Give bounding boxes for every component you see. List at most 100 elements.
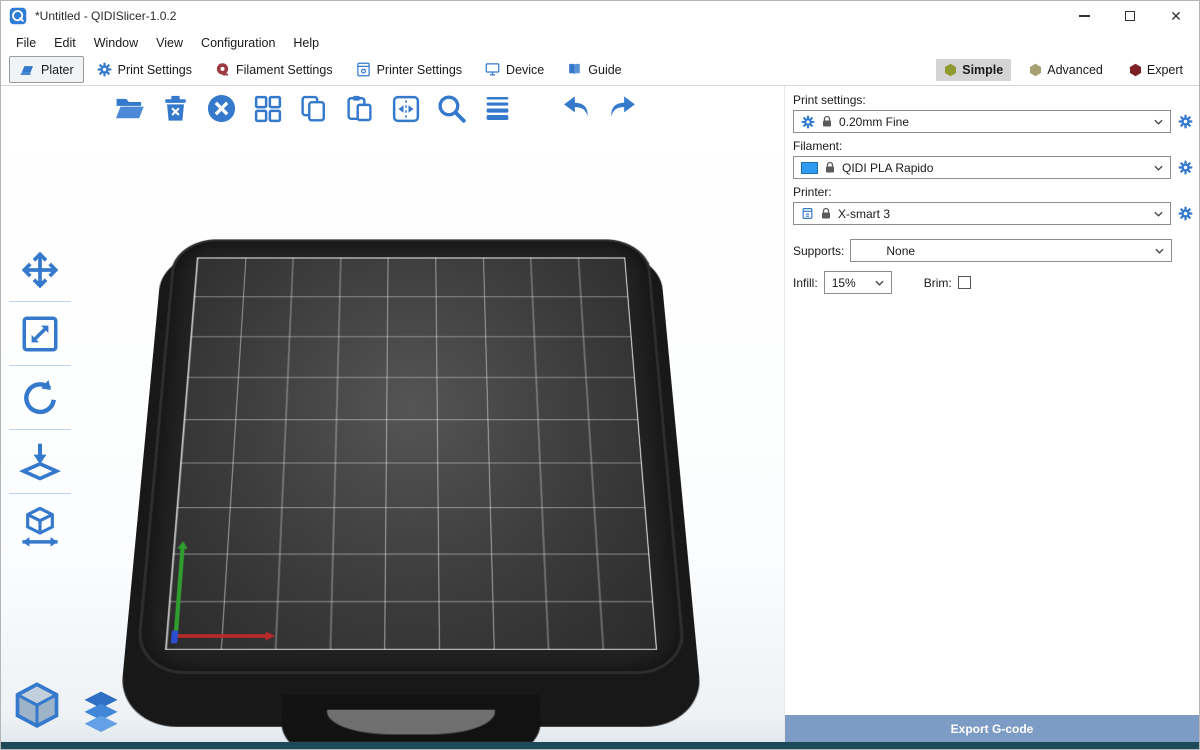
search-button[interactable] (433, 90, 470, 127)
mode-expert[interactable]: Expert (1121, 59, 1191, 81)
settings-panel: Print settings: (784, 86, 1199, 742)
print-bed-frame (135, 239, 687, 674)
tab-plater[interactable]: Plater (9, 56, 84, 83)
maximize-icon (1125, 11, 1135, 21)
rotate-icon (18, 376, 62, 420)
scale-icon (19, 313, 61, 355)
measure-button[interactable] (9, 494, 71, 558)
printer-gear-button[interactable] (1177, 206, 1193, 222)
menu-view[interactable]: View (147, 33, 192, 53)
menu-configuration[interactable]: Configuration (192, 33, 284, 53)
copy-icon (299, 94, 328, 123)
split-button[interactable] (387, 90, 424, 127)
variable-layer-height-icon (483, 94, 512, 123)
redo-button[interactable] (604, 90, 641, 127)
print-settings-combo[interactable]: 0.20mm Fine (793, 110, 1171, 133)
menu-window[interactable]: Window (85, 33, 147, 53)
lock-icon (824, 161, 836, 174)
app-window: *Untitled - QIDISlicer-1.0.2 ✕ File Edit… (0, 0, 1200, 750)
tab-print-settings[interactable]: Print Settings (87, 56, 202, 83)
lock-icon (821, 115, 833, 128)
mode-simple[interactable]: Simple (936, 59, 1011, 81)
print-settings-icon (97, 62, 112, 77)
print-bed[interactable] (101, 152, 721, 722)
menubar: File Edit Window View Configuration Help (1, 31, 1199, 54)
rotate-button[interactable] (9, 366, 71, 430)
place-on-face-button[interactable] (9, 430, 71, 494)
app-logo-icon (9, 7, 27, 25)
tab-printer-settings[interactable]: Printer Settings (346, 56, 472, 83)
filament-combo[interactable]: QIDI PLA Rapido (793, 156, 1171, 179)
variable-layer-height-button[interactable] (479, 90, 516, 127)
device-icon (485, 62, 500, 77)
menu-edit[interactable]: Edit (45, 33, 85, 53)
undo-button[interactable] (558, 90, 595, 127)
guide-icon (567, 62, 582, 77)
menu-help[interactable]: Help (284, 33, 328, 53)
undo-icon (560, 92, 593, 125)
infill-combo[interactable]: 15% (824, 271, 892, 294)
scale-button[interactable] (9, 302, 71, 366)
mode-label: Expert (1147, 63, 1183, 77)
measure-icon (18, 504, 62, 548)
tab-label: Filament Settings (236, 63, 333, 77)
filament-settings-icon (215, 62, 230, 77)
open-icon (114, 93, 145, 124)
brim-checkbox[interactable] (958, 276, 971, 289)
expert-mode-icon (1129, 63, 1142, 77)
viewport-3d[interactable] (1, 86, 784, 742)
menu-file[interactable]: File (7, 33, 45, 53)
supports-value: None (858, 244, 915, 258)
delete-icon (161, 94, 190, 123)
axis-y-indicator (173, 549, 184, 638)
preview-view-button[interactable] (77, 686, 125, 734)
filament-color-swatch (801, 162, 818, 174)
tab-guide[interactable]: Guide (557, 56, 631, 83)
mode-advanced[interactable]: Advanced (1021, 59, 1111, 81)
supports-combo[interactable]: None (850, 239, 1172, 262)
paste-icon (345, 94, 374, 123)
axis-x-indicator (173, 634, 265, 638)
minimize-button[interactable] (1061, 1, 1107, 31)
brim-label: Brim: (924, 276, 952, 290)
chevron-down-icon (1154, 165, 1163, 171)
printer-settings-icon (356, 62, 371, 77)
move-button[interactable] (9, 238, 71, 302)
export-gcode-button[interactable]: Export G-code (785, 715, 1199, 742)
mode-selector: Simple Advanced Expert (936, 59, 1191, 81)
filament-label: Filament: (793, 139, 1191, 153)
delete-button[interactable] (157, 90, 194, 127)
delete-all-button[interactable] (203, 90, 240, 127)
maximize-button[interactable] (1107, 1, 1153, 31)
lock-icon (820, 207, 832, 220)
tab-device[interactable]: Device (475, 56, 554, 83)
chevron-down-icon (1155, 248, 1164, 254)
close-button[interactable]: ✕ (1153, 1, 1199, 31)
filament-gear-button[interactable] (1177, 160, 1193, 176)
profile-gear-icon (801, 115, 815, 129)
search-icon (436, 93, 467, 124)
tabbar: Plater Print Settings Filament (1, 54, 1199, 86)
printer-combo[interactable]: X-smart 3 (793, 202, 1171, 225)
titlebar[interactable]: *Untitled - QIDISlicer-1.0.2 ✕ (1, 1, 1199, 31)
print-bed-handle (280, 695, 542, 742)
3d-editor-view-icon (11, 680, 63, 732)
tab-filament-settings[interactable]: Filament Settings (205, 56, 343, 83)
mode-label: Advanced (1047, 63, 1103, 77)
window-title: *Untitled - QIDISlicer-1.0.2 (35, 9, 176, 23)
tab-label: Print Settings (118, 63, 192, 77)
chevron-down-icon (1154, 119, 1163, 125)
paste-button[interactable] (341, 90, 378, 127)
printer-label: Printer: (793, 185, 1191, 199)
copy-button[interactable] (295, 90, 332, 127)
simple-mode-icon (944, 63, 957, 77)
tab-label: Device (506, 63, 544, 77)
arrange-button[interactable] (249, 90, 286, 127)
printer-value: X-smart 3 (838, 207, 890, 221)
open-button[interactable] (111, 90, 148, 127)
viewport-toolbar (111, 90, 641, 127)
filament-value: QIDI PLA Rapido (842, 161, 933, 175)
print-settings-gear-button[interactable] (1177, 114, 1193, 130)
editor-view-button[interactable] (9, 678, 65, 734)
tab-label: Plater (41, 63, 74, 77)
